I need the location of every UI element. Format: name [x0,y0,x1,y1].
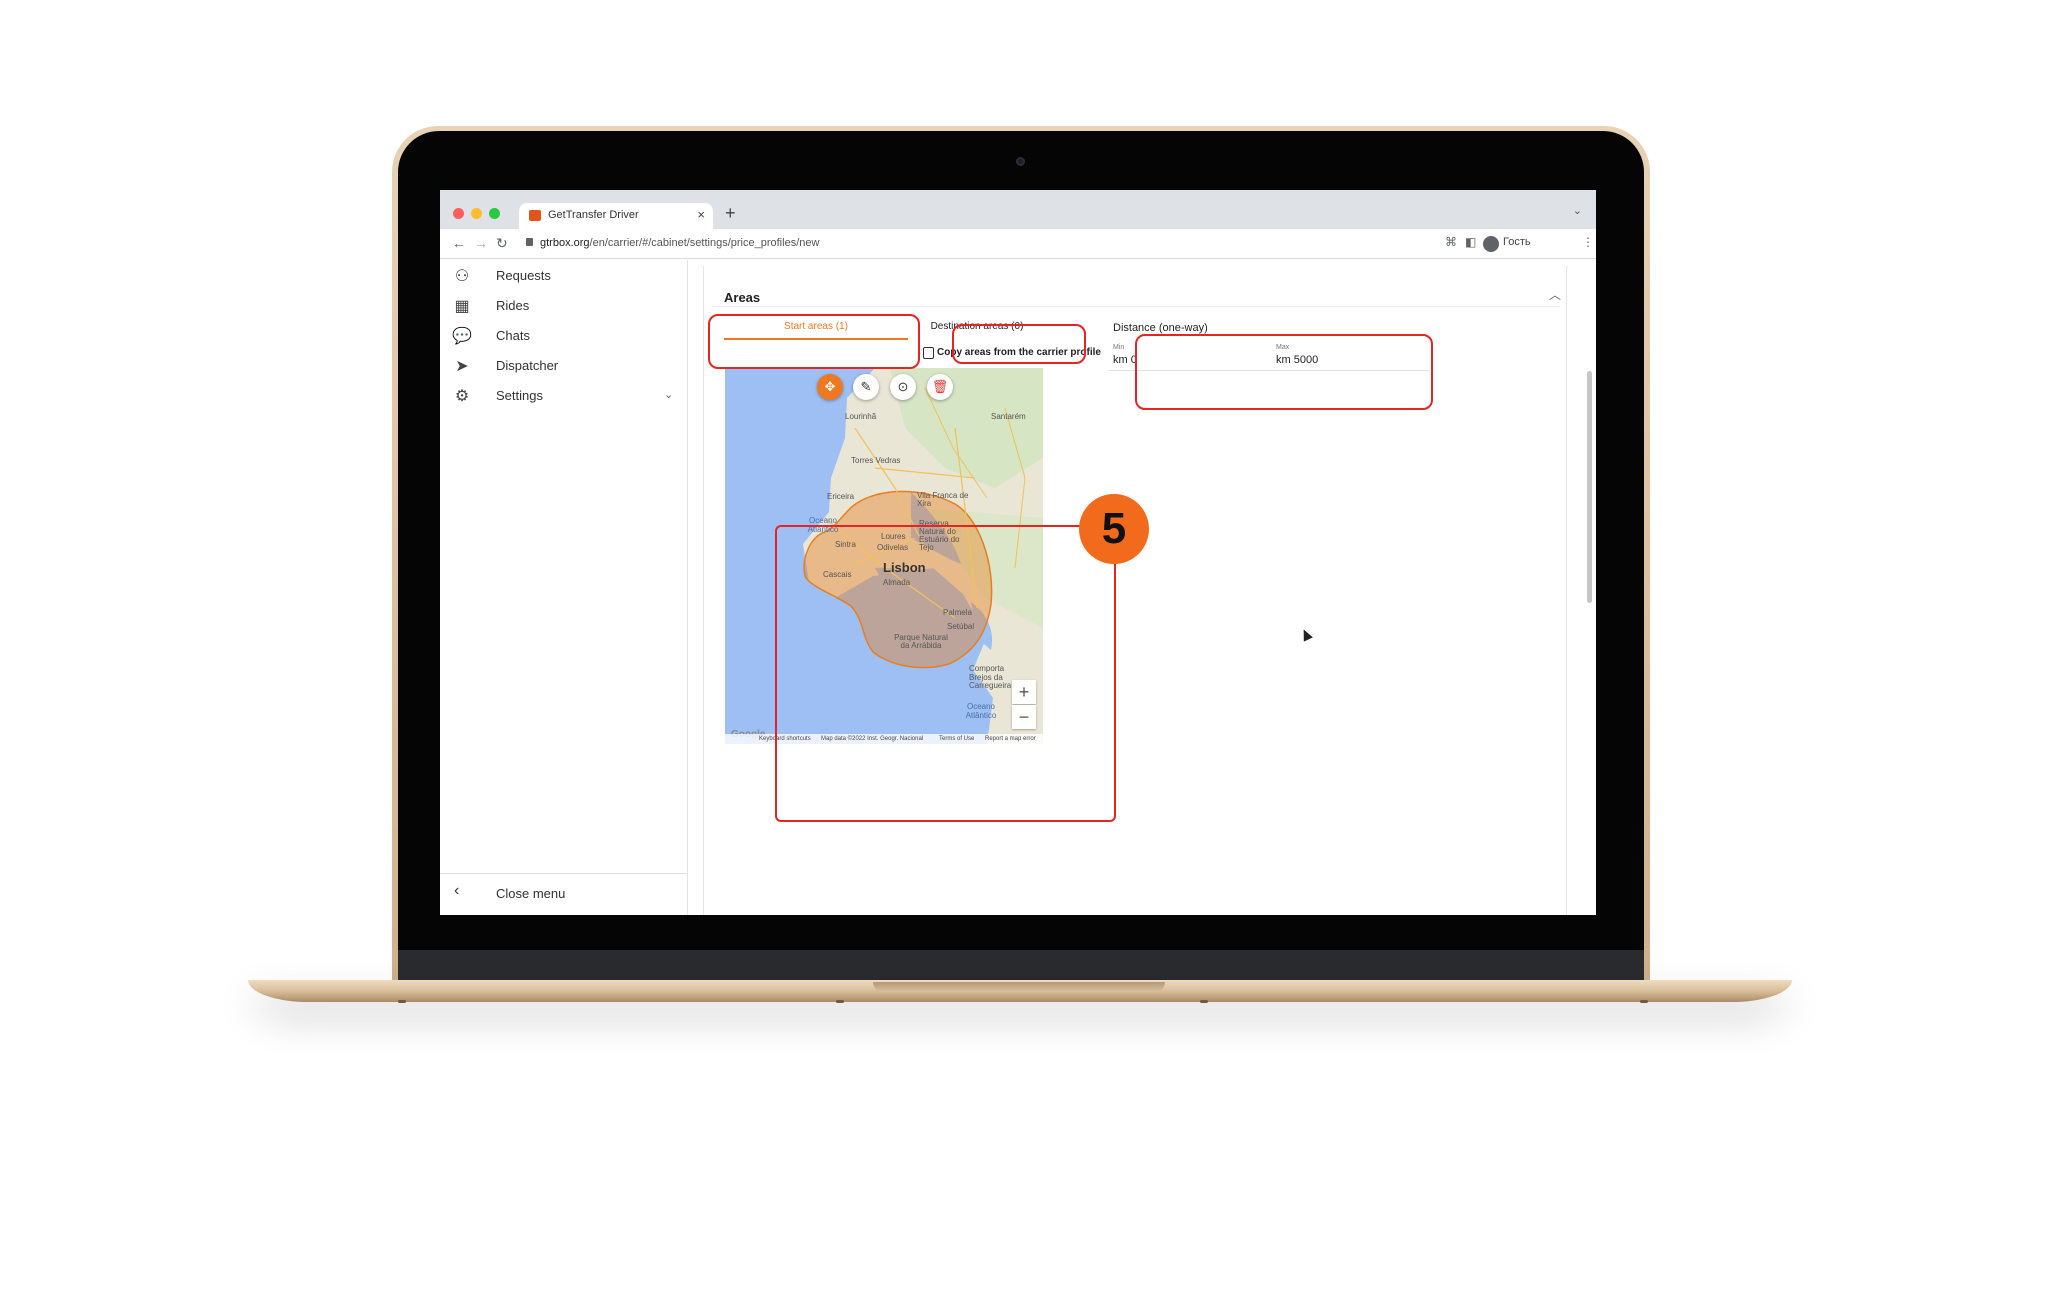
chevron-down-icon: ⌄ [664,389,674,401]
url-host: gtrbox.org [540,237,590,249]
reload-icon[interactable]: ↻ [496,235,508,252]
target-tool-icon[interactable]: ⊙ [890,374,916,400]
gear-icon: ⚙ [454,388,470,405]
tab-close-button[interactable]: × [697,207,705,222]
sidebar-item-chats[interactable]: 💬 Chats [440,320,688,352]
map-label: Santarém [991,412,1026,421]
send-icon: ➤ [455,358,469,375]
favicon-icon [529,210,541,221]
guest-profile-label[interactable]: Гость [1503,236,1531,248]
url-path: /en/carrier/#/cabinet/settings/price_pro… [589,237,820,249]
sidebar-item-label: Settings [496,388,543,403]
close-menu-button[interactable]: ‹ Close menu [440,873,688,909]
profile-avatar-icon[interactable] [1483,236,1499,252]
tab-list-chevron-icon[interactable]: ⌄ [1573,204,1582,217]
new-tab-button[interactable]: + [725,203,736,224]
minimize-window-button[interactable] [471,208,482,219]
distance-title: Distance (one-way) [1113,322,1208,334]
sidebar-item-label: Dispatcher [496,358,559,373]
sidepanel-icon[interactable]: ◧ [1465,235,1476,249]
browser-menu-icon[interactable]: ⋮ [1582,235,1594,249]
address-bar: ← → ↻ gtrbox.org/en/carrier/#/cabinet/se… [440,229,1596,259]
divider [712,306,1560,307]
forward-icon[interactable]: → [474,235,488,251]
map-label: Ericeira [827,492,855,501]
stage: GetTransfer Driver × + ⌄ ← → ↻ gtrbox.or… [0,0,2048,1312]
lock-icon [526,238,533,246]
distance-min-label: Min [1113,344,1125,351]
maximize-window-button[interactable] [489,208,500,219]
calendar-icon: ▦ [454,298,470,315]
requests-icon: ⚇ [454,268,470,285]
delete-tool-icon[interactable]: 🗑 [927,374,953,400]
laptop-foot [836,1000,844,1003]
chevron-left-icon: ‹ [454,882,460,899]
areas-title: Areas [724,290,761,305]
laptop-foot [1640,1000,1648,1003]
chat-icon: 💬 [452,328,472,345]
webcam [1016,157,1025,166]
sidebar-item-rides[interactable]: ▦ Rides [440,290,688,322]
close-menu-label: Close menu [496,886,566,901]
edit-tool-icon[interactable]: ✎ [853,374,879,400]
extensions-icon[interactable]: ⌘ [1445,235,1457,249]
step-number-badge: 5 [1079,494,1149,564]
browser-titlebar: GetTransfer Driver × + ⌄ [440,190,1596,229]
map-label: Vila Franca de Xira [917,491,969,508]
distance-min-input[interactable]: km 0 [1113,354,1137,366]
sidebar-item-settings[interactable]: ⚙ Settings ⌄ [440,380,688,412]
back-icon[interactable]: ← [452,235,466,251]
tab-title: GetTransfer Driver [548,209,639,221]
sidebar-item-label: Rides [496,298,530,313]
copy-icon [923,347,934,359]
close-window-button[interactable] [453,208,464,219]
browser-tab[interactable]: GetTransfer Driver × [519,203,713,229]
annotation-destination-areas [952,324,1086,364]
url-field[interactable]: gtrbox.org/en/carrier/#/cabinet/settings… [540,237,819,249]
scrollbar[interactable] [1587,371,1592,603]
sidebar-item-label: Requests [496,268,551,283]
sidebar-item-label: Chats [496,328,530,343]
sidebar-item-dispatcher[interactable]: ➤ Dispatcher [440,350,688,382]
annotation-map-area [775,525,1116,822]
laptop-foot [1200,1000,1208,1003]
sidebar: ⚇ Requests ▦ Rides 💬 Chats ➤ Dispatcher … [440,260,688,915]
annotation-distance [1135,334,1433,410]
annotation-start-areas [708,314,920,369]
collapse-chevron-icon[interactable]: ︿ [1549,286,1561,303]
move-tool-icon[interactable]: ✥ [817,374,843,400]
map-label: Torres Vedras [851,456,901,465]
laptop-notch [873,982,1165,992]
map-label: Lourinhã [845,412,877,421]
sidebar-item-requests[interactable]: ⚇ Requests [440,260,688,292]
laptop-foot [398,1000,406,1003]
